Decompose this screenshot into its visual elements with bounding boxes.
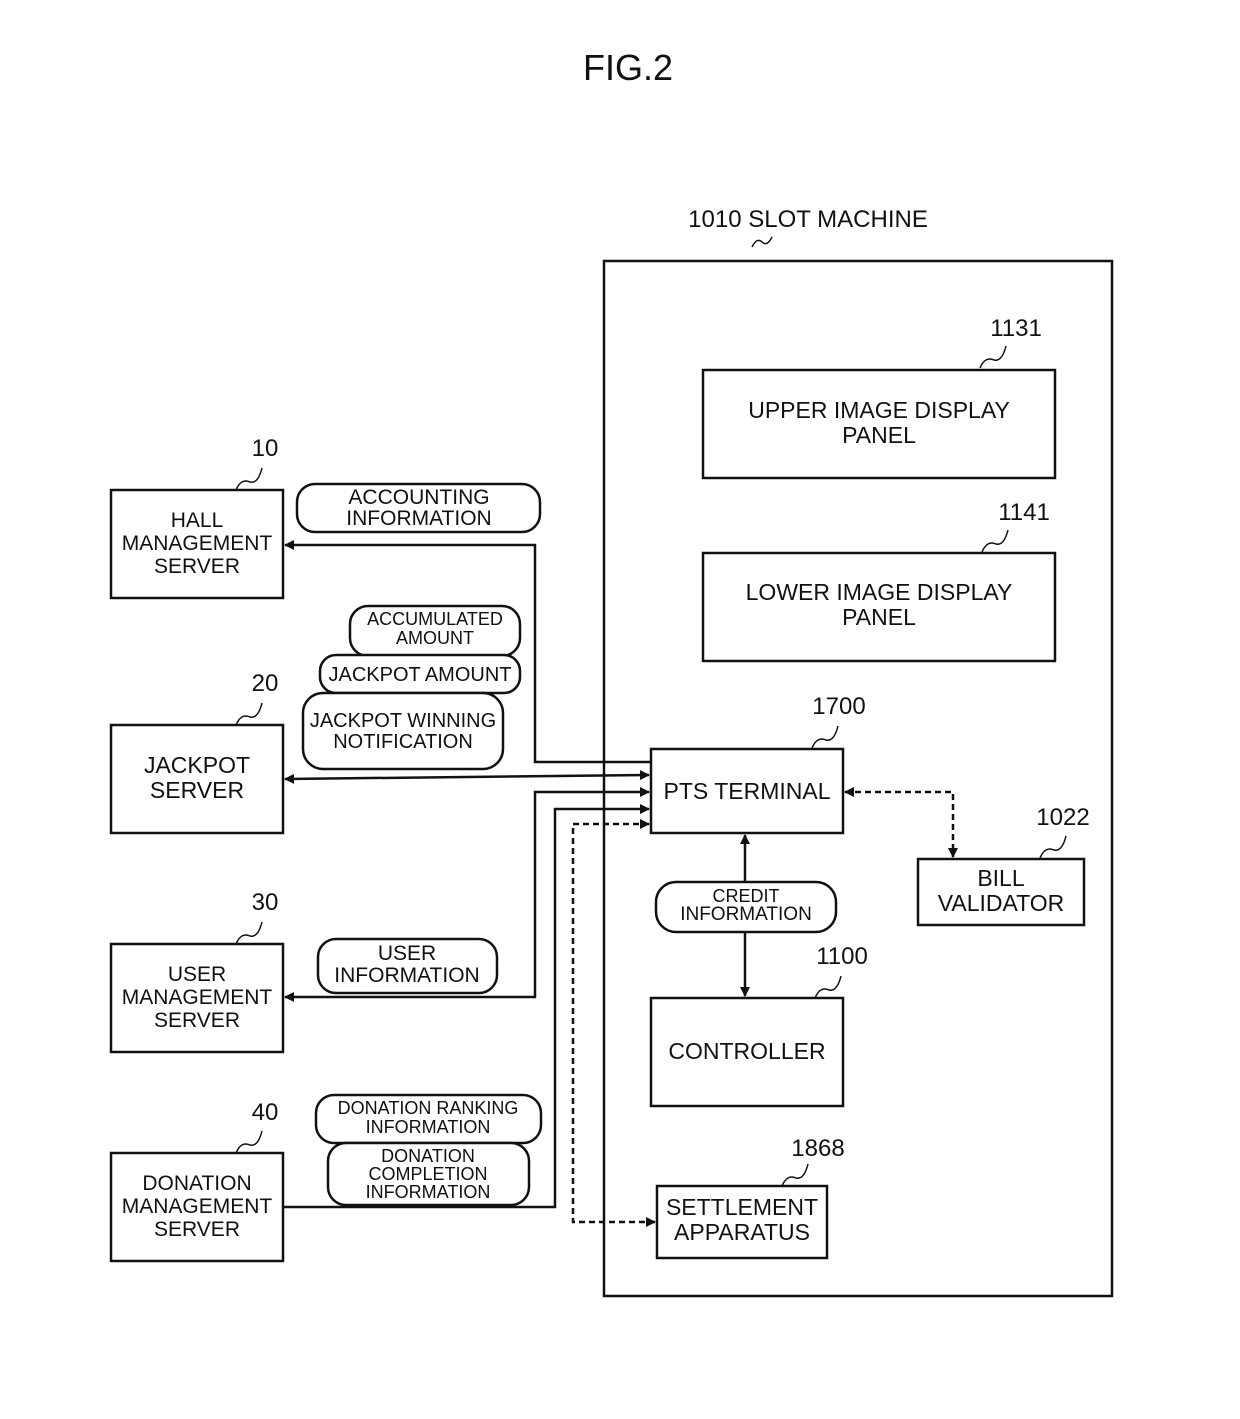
jackpot-amount-text: JACKPOT AMOUNT [329, 664, 512, 686]
bill-validator-arrow [844, 787, 958, 858]
diagram-canvas: FIG.2 1010 SLOT MACHINE 1131 UPPER IMAGE… [109, 47, 1114, 1298]
user-info-text-1: USER [378, 942, 436, 965]
user-info-text-2: INFORMATION [334, 964, 479, 987]
user-server-ref: 30 [252, 889, 279, 916]
donation-server-label-2: MANAGEMENT [122, 1195, 273, 1218]
accounting-info-text-1: ACCOUNTING [348, 486, 489, 509]
donation-ranking-text-2: INFORMATION [366, 1117, 491, 1137]
bill-validator-leader [1039, 835, 1067, 859]
jackpot-server-leader [235, 702, 263, 726]
donation-ranking-text-1: DONATION RANKING [338, 1098, 519, 1118]
upper-panel-leader [979, 345, 1007, 369]
controller-ref: 1100 [816, 943, 868, 970]
jackpot-server-label-2: SERVER [150, 777, 244, 803]
settlement-ref: 1868 [791, 1135, 844, 1162]
pts-terminal-ref: 1700 [812, 693, 865, 720]
accumulated-text-2: AMOUNT [396, 628, 474, 648]
bill-validator-label-2: VALIDATOR [938, 890, 1065, 916]
donation-server-label-3: SERVER [154, 1218, 240, 1241]
upper-panel-label-2: PANEL [842, 422, 916, 448]
upper-panel-ref: 1131 [990, 315, 1042, 342]
bill-validator-label-1: BILL [977, 865, 1025, 891]
lower-panel-leader [981, 529, 1009, 553]
pts-terminal-label: PTS TERMINAL [664, 778, 831, 804]
user-server-label-2: MANAGEMENT [122, 986, 273, 1009]
jackpot-server-label-1: JACKPOT [144, 752, 250, 778]
hall-server-ref: 10 [252, 435, 279, 462]
user-server-label-3: SERVER [154, 1009, 240, 1032]
user-server-leader [235, 921, 263, 945]
user-server-label-1: USER [168, 963, 226, 986]
donation-server-leader [235, 1130, 263, 1154]
upper-panel-label-1: UPPER IMAGE DISPLAY [748, 397, 1010, 423]
donation-completion-text-1: DONATION [381, 1146, 475, 1166]
hall-server-label-1: HALL [171, 509, 224, 532]
donation-server-label-1: DONATION [142, 1172, 251, 1195]
lower-panel-label-1: LOWER IMAGE DISPLAY [746, 579, 1013, 605]
lower-panel-ref: 1141 [998, 499, 1050, 526]
accounting-info-text-2: INFORMATION [346, 507, 491, 530]
jackpot-winning-text-1: JACKPOT WINNING [310, 710, 496, 732]
jackpot-winning-text-2: NOTIFICATION [333, 731, 473, 753]
settlement-label-1: SETTLEMENT [666, 1194, 818, 1220]
slot-machine-label: 1010 SLOT MACHINE [688, 206, 928, 233]
settlement-leader [781, 1163, 809, 1187]
accumulated-text-1: ACCUMULATED [367, 609, 503, 629]
hall-server-label-3: SERVER [154, 555, 240, 578]
settlement-label-2: APPARATUS [674, 1219, 810, 1245]
jackpot-arrow [284, 770, 650, 784]
bill-validator-ref: 1022 [1036, 804, 1089, 831]
credit-text-2: INFORMATION [680, 904, 812, 925]
slot-machine-leader [751, 236, 773, 248]
controller-leader [814, 975, 842, 999]
pts-terminal-leader [811, 725, 839, 749]
hall-server-leader [235, 467, 263, 491]
donation-completion-text-3: INFORMATION [366, 1182, 491, 1202]
donation-server-ref: 40 [252, 1099, 279, 1126]
hall-server-label-2: MANAGEMENT [122, 532, 273, 555]
lower-panel-label-2: PANEL [842, 604, 916, 630]
credit-text-1: CREDIT [713, 886, 780, 906]
jackpot-server-ref: 20 [252, 670, 279, 697]
settlement-arrow [571, 819, 656, 1227]
donation-completion-text-2: COMPLETION [368, 1164, 487, 1184]
controller-label: CONTROLLER [668, 1038, 825, 1064]
figure-title: FIG.2 [583, 47, 673, 88]
